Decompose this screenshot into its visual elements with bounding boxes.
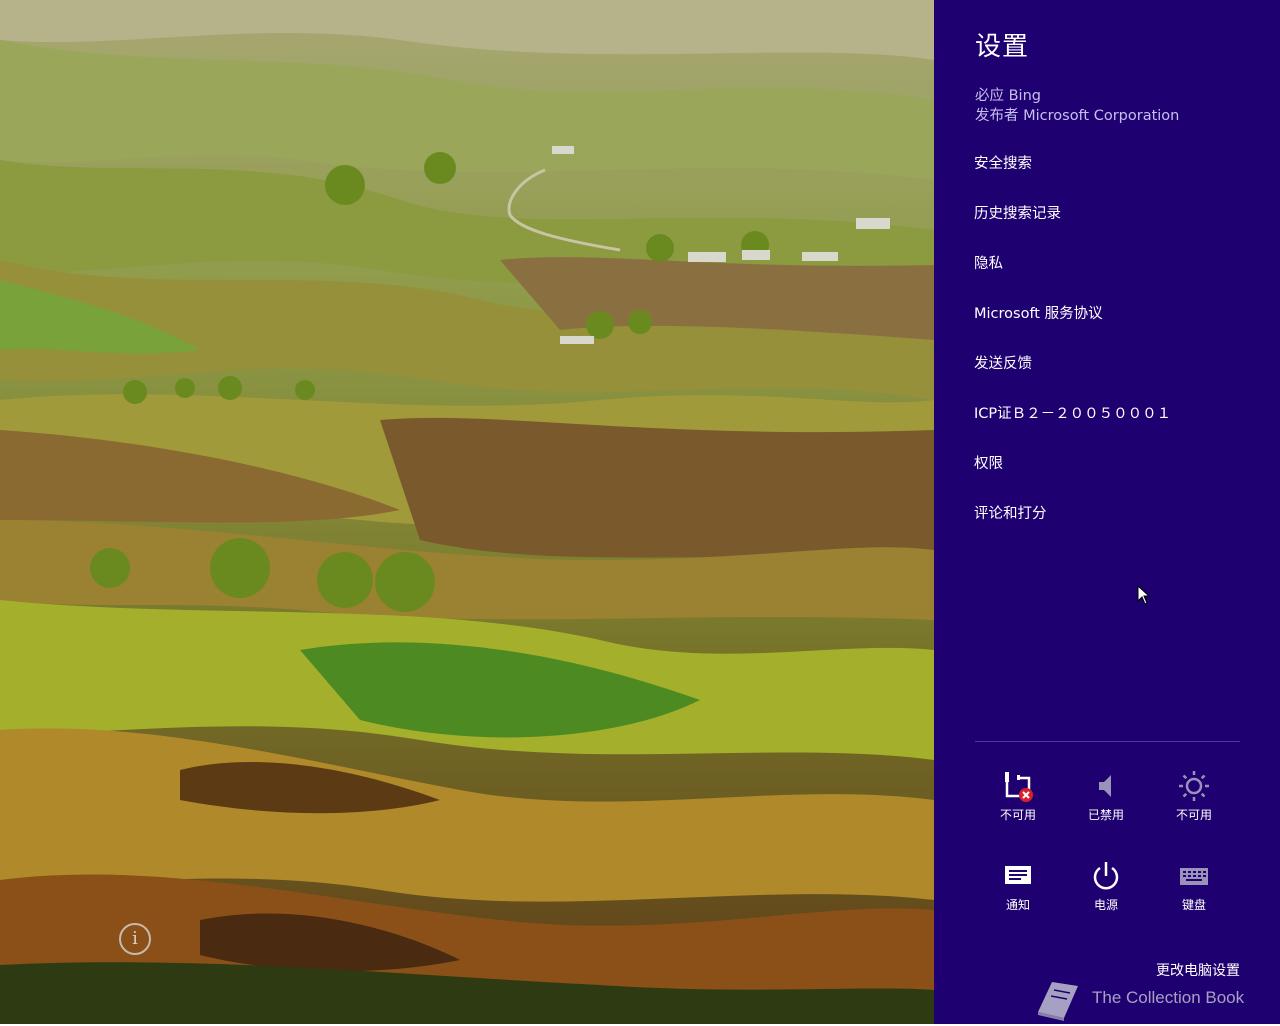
- watermark: The Collection Book: [1030, 974, 1270, 1022]
- notifications-tile[interactable]: 通知: [978, 860, 1058, 913]
- rolling-hills-landscape: [0, 0, 934, 1024]
- notifications-label: 通知: [1005, 898, 1030, 912]
- menu-item-icp-license[interactable]: ICP证Ｂ２－２００５０００１: [974, 402, 1171, 452]
- notifications-icon: [1005, 866, 1031, 884]
- book-icon: [1038, 982, 1078, 1021]
- volume-tile[interactable]: 已禁用: [1066, 770, 1146, 823]
- menu-item-safe-search[interactable]: 安全搜索: [974, 152, 1171, 202]
- volume-muted-icon: [1099, 775, 1111, 797]
- network-label: 不可用: [999, 808, 1036, 822]
- power-tile[interactable]: 电源: [1066, 860, 1146, 913]
- menu-item-rate-and-review[interactable]: 评论和打分: [974, 502, 1171, 552]
- keyboard-icon: [1180, 868, 1208, 885]
- network-tile[interactable]: 不可用: [978, 770, 1058, 823]
- menu-item-send-feedback[interactable]: 发送反馈: [974, 352, 1171, 402]
- menu-item-search-history[interactable]: 历史搜索记录: [974, 202, 1171, 252]
- watermark-text: The Collection Book: [1092, 988, 1245, 1007]
- network-unavailable-icon: [1005, 772, 1033, 802]
- keyboard-tile[interactable]: 键盘: [1154, 860, 1234, 913]
- brightness-icon: [1179, 771, 1209, 801]
- menu-item-permissions[interactable]: 权限: [974, 452, 1171, 502]
- brightness-tile[interactable]: 不可用: [1154, 770, 1234, 823]
- menu-item-services-agreement[interactable]: Microsoft 服务协议: [974, 302, 1171, 352]
- divider: [975, 741, 1240, 742]
- image-info-button[interactable]: i: [119, 923, 151, 955]
- brightness-label: 不可用: [1175, 808, 1212, 822]
- power-icon: [1093, 862, 1119, 890]
- settings-title: 设置: [975, 32, 1030, 62]
- keyboard-label: 键盘: [1181, 898, 1206, 912]
- power-label: 电源: [1093, 898, 1118, 912]
- settings-charm-panel: 设置 必应 Bing 发布者 Microsoft Corporation 安全搜…: [934, 0, 1280, 1024]
- app-name: 必应 Bing: [975, 88, 1041, 104]
- mouse-cursor-icon: [1137, 585, 1151, 605]
- volume-label: 已禁用: [1087, 808, 1124, 822]
- app-publisher: 发布者 Microsoft Corporation: [975, 108, 1180, 124]
- settings-menu: 安全搜索 历史搜索记录 隐私 Microsoft 服务协议 发送反馈 ICP证Ｂ…: [974, 152, 1171, 552]
- menu-item-privacy[interactable]: 隐私: [974, 252, 1171, 302]
- bing-background-image: i: [0, 0, 934, 1024]
